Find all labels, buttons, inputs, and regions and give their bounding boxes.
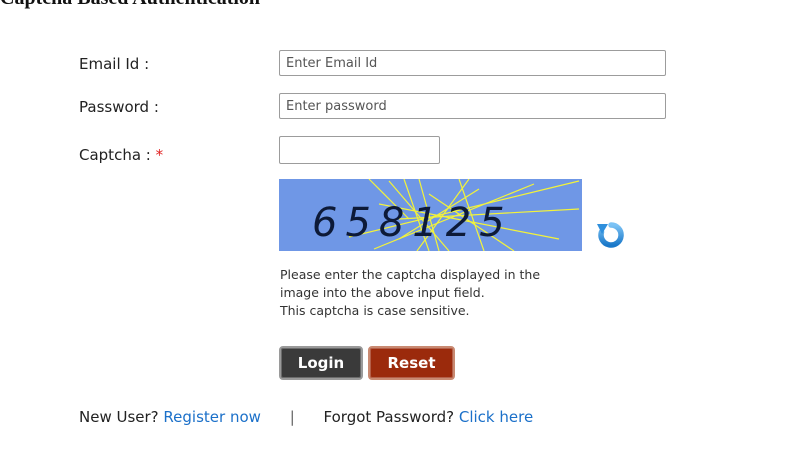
- register-link[interactable]: Register now: [163, 408, 260, 426]
- footer-separator: |: [289, 408, 295, 426]
- captcha-label-text: Captcha :: [79, 146, 151, 164]
- captcha-input[interactable]: [279, 136, 440, 164]
- reset-button[interactable]: Reset: [368, 346, 455, 380]
- captcha-help-line: image into the above input field.: [280, 285, 485, 300]
- captcha-help-line: Please enter the captcha displayed in th…: [280, 267, 541, 282]
- captcha-text: 658125: [312, 200, 513, 246]
- click-here-link[interactable]: Click here: [459, 408, 533, 426]
- email-input[interactable]: [279, 50, 666, 76]
- captcha-help-line: This captcha is case sensitive.: [280, 303, 470, 318]
- captcha-image: 658125: [279, 179, 582, 251]
- login-button[interactable]: Login: [279, 346, 363, 380]
- refresh-captcha-icon[interactable]: [594, 220, 628, 248]
- footer-links: New User? Register now | Forgot Password…: [79, 408, 533, 426]
- new-user-text: New User?: [79, 408, 159, 426]
- password-label: Password :: [79, 98, 159, 116]
- email-label: Email Id :: [79, 55, 150, 73]
- forgot-password-text: Forgot Password?: [323, 408, 455, 426]
- password-input[interactable]: [279, 93, 666, 119]
- captcha-label: Captcha : *: [79, 146, 163, 164]
- captcha-help-text: Please enter the captcha displayed in th…: [280, 266, 660, 320]
- required-marker: *: [155, 146, 164, 164]
- captcha-graphic: 658125: [279, 179, 582, 251]
- page-heading-fragment: Captcha Based Authentication: [0, 0, 799, 9]
